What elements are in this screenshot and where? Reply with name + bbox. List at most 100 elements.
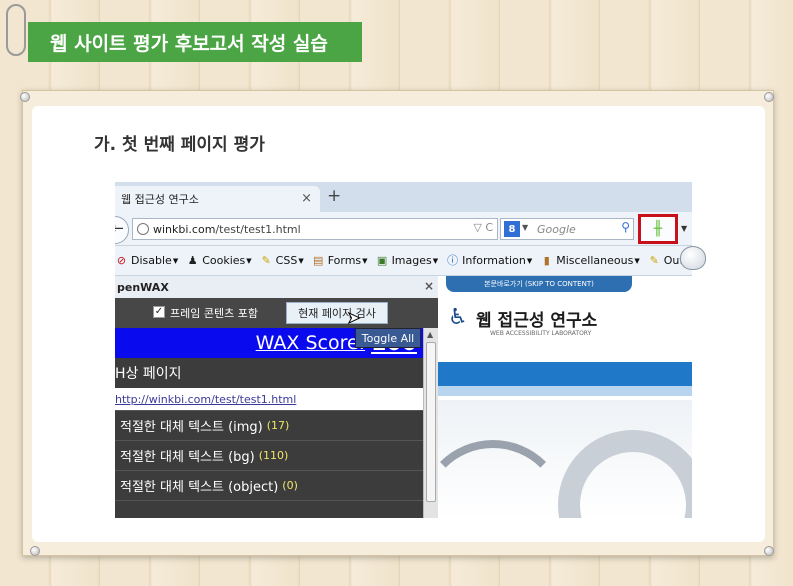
chevron-down-icon[interactable]: ▼ [681,224,687,233]
panel-header: penWAX × [115,276,438,298]
target-page-url: http://winkbi.com/test/test1.html [115,392,297,406]
paperclip-icon [6,4,26,56]
toolbar-menu-label: Images [391,254,432,267]
globe-icon [137,223,149,235]
target-page-header[interactable]: H상 페이지 [115,358,423,388]
cookies-icon: ♟ [187,254,198,267]
mouse-cursor-icon: ➤ [346,308,361,328]
toolbar-menu-label: Disable [131,254,172,267]
result-item-bg[interactable]: 적절한 대체 텍스트 (bg) (110) [115,440,423,470]
chevron-down-icon: ▼ [522,223,529,232]
site-page: 본문바로가기 (SKIP TO CONTENT) ♿ 웹 접근성 연구소 WEB… [418,276,692,518]
pin-icon [764,546,774,556]
result-item-label: 적절한 대체 텍스트 (bg) [120,450,255,465]
back-arrow-icon: ← [115,219,124,237]
toggle-all-button[interactable]: Toggle All [355,328,421,348]
search-engine-icon[interactable]: 8 [504,221,520,237]
nav-bar: ← winkbi.com /test/test1.html ▽ C 8 ▼ Go… [115,212,692,246]
accessibility-icon: ♿ [448,305,468,330]
site-hero-graphic [418,400,692,518]
chevron-down-icon: ▼ [298,256,304,265]
address-bar[interactable]: winkbi.com /test/test1.html ▽ C [132,218,498,240]
toolbar-menu-information[interactable]: ⓘ Information ▼ [446,254,532,267]
toolbar-menu-label: Miscellaneous [556,254,634,267]
tab-title: 웹 접근성 연구소 [121,193,199,206]
result-item-count: (110) [258,449,289,462]
chevron-down-icon: ▼ [362,256,368,265]
disable-icon: ⊘ [116,254,127,267]
result-item-label: 적절한 대체 텍스트 (object) [120,480,279,495]
result-item-count: (17) [266,419,290,432]
search-input[interactable]: 8 ▼ Google ⚲ [500,218,634,240]
chevron-down-icon: ▼ [172,256,179,265]
mouse-icon [680,246,706,270]
toolbar-menu-label: CSS [275,254,298,267]
toolbar-menu-miscellaneous[interactable]: ▮ Miscellaneous ▼ [540,254,640,267]
result-item-object[interactable]: 적절한 대체 텍스트 (object) (0) [115,470,423,500]
result-item-partial [115,500,423,518]
result-item-label: 적절한 대체 텍스트 (img) [120,420,263,435]
toolbar-menu-label: Information [462,254,526,267]
hero-ring-graphic [558,430,692,518]
toolbar-menu-disable[interactable]: ⊘ Disable ▼ [115,254,178,267]
browser-window: 웹 접근성 연구소 × + ← winkbi.com /test/test1.h… [115,182,692,518]
tab-bar: 웹 접근성 연구소 × + [115,182,692,212]
chevron-down-icon: ▼ [634,256,640,265]
miscellaneous-icon: ▮ [543,254,550,267]
target-page-label: H상 페이지 [115,366,182,382]
outline-icon: ✎ [649,254,659,267]
information-icon: ⓘ [447,254,459,267]
chevron-down-icon: ▼ [432,256,439,265]
check-page-label: 현재 페이지 검사 [298,307,376,320]
css-icon: ✎ [261,254,271,267]
skip-to-content-link[interactable]: 본문바로가기 (SKIP TO CONTENT) [446,276,632,292]
ladder-icon: ╫ [653,221,663,237]
site-name[interactable]: 웹 접근성 연구소 [476,306,597,331]
openwax-panel: penWAX × ✓ 프레임 콘텐츠 포함 현재 페이지 검사 ➤ WAX Sc… [115,276,438,518]
scroll-up-icon[interactable]: ▲ [427,330,433,339]
search-icon[interactable]: ⚲ [621,220,630,234]
chevron-down-icon: ▼ [526,256,533,265]
search-placeholder: Google [537,222,576,236]
toolbar-menu-images[interactable]: ▣ Images ▼ [376,254,439,267]
chevron-down-icon: ▼ [246,256,252,265]
openwax-toolbar-button[interactable]: ╫ [638,214,678,244]
frame-content-label: 프레임 콘텐츠 포함 [170,307,258,320]
images-icon: ▣ [376,254,388,267]
score-label[interactable]: WAX Score: [256,332,365,354]
slide-header: 웹 사이트 평가 후보고서 작성 실습 [28,22,362,62]
panel-title: penWAX [117,280,169,294]
back-button[interactable]: ← [115,216,129,244]
site-subnav-band [438,386,692,396]
slide-header-title: 웹 사이트 평가 후보고서 작성 실습 [50,32,328,55]
url-path: /test/test1.html [215,222,301,236]
toolbar-menu-css[interactable]: ✎ CSS ▼ [260,254,304,267]
close-tab-icon[interactable]: × [301,191,312,206]
section-title: 가. 첫 번째 페이지 평가 [94,135,265,155]
toggle-all-label: Toggle All [361,331,415,345]
pin-icon [20,92,30,102]
toolbar-menu-forms[interactable]: ▤ Forms ▼ [312,254,368,267]
new-tab-button[interactable]: + [327,186,341,206]
check-page-button[interactable]: 현재 페이지 검사 [286,302,388,324]
target-page-link[interactable]: http://winkbi.com/test/test1.html [115,388,423,410]
toolbar-menu-label: Forms [327,254,362,267]
close-icon[interactable]: × [424,279,434,293]
result-item-count: (0) [282,479,298,492]
skip-link-label: 본문바로가기 (SKIP TO CONTENT) [484,280,594,288]
url-host: winkbi.com [153,222,216,236]
toolbar-menu-label: Cookies [202,254,246,267]
toolbar-menu-cookies[interactable]: ♟ Cookies ▼ [186,254,252,267]
pin-icon [30,546,40,556]
pin-icon [764,92,774,102]
result-item-img[interactable]: 적절한 대체 텍스트 (img) (17) [115,410,423,440]
browser-tab[interactable]: 웹 접근성 연구소 × [115,186,320,212]
site-subtitle: WEB ACCESSIBILITY LABORATORY [490,330,592,337]
panel-controls: ✓ 프레임 콘텐츠 포함 현재 페이지 검사 ➤ [115,298,438,328]
site-nav-band [438,362,692,386]
frame-content-checkbox[interactable]: ✓ [153,306,165,318]
hero-arc-graphic [418,440,568,518]
web-developer-toolbar: ⊘ Disable ▼ ♟ Cookies ▼ ✎ CSS ▼ ▤ Forms ▼ ▣ Images ▼ ⓘ I… [115,246,692,276]
forms-icon: ▤ [313,254,324,267]
reload-icon[interactable]: ▽ C [473,221,493,234]
